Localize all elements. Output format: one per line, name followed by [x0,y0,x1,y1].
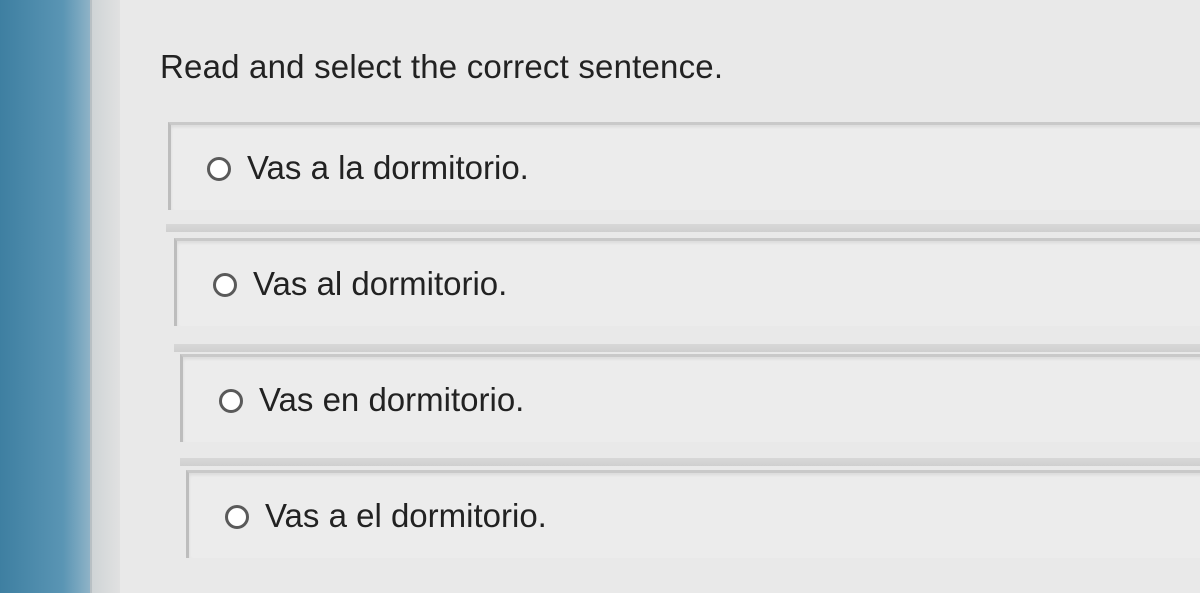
answer-option-3[interactable]: Vas en dormitorio. [180,354,1200,442]
answer-option-label: Vas en dormitorio. [259,381,525,418]
option-divider [180,458,1200,466]
quiz-screen: Read and select the correct sentence. Va… [0,0,1200,593]
option-divider [166,224,1200,232]
answer-option-1[interactable]: Vas a la dormitorio. [168,122,1200,210]
question-prompt: Read and select the correct sentence. [160,48,724,85]
answer-option-label: Vas al dormitorio. [253,265,508,302]
radio-button-icon[interactable] [213,273,237,297]
answer-option-label: Vas a la dormitorio. [247,149,529,186]
left-sidebar [0,0,90,593]
answer-option-2[interactable]: Vas al dormitorio. [174,238,1200,326]
left-gutter [90,0,122,593]
radio-button-icon[interactable] [207,157,231,181]
answer-option-4[interactable]: Vas a el dormitorio. [186,470,1200,558]
radio-button-icon[interactable] [219,389,243,413]
option-divider [174,344,1200,352]
radio-button-icon[interactable] [225,505,249,529]
answer-option-label: Vas a el dormitorio. [265,497,547,534]
